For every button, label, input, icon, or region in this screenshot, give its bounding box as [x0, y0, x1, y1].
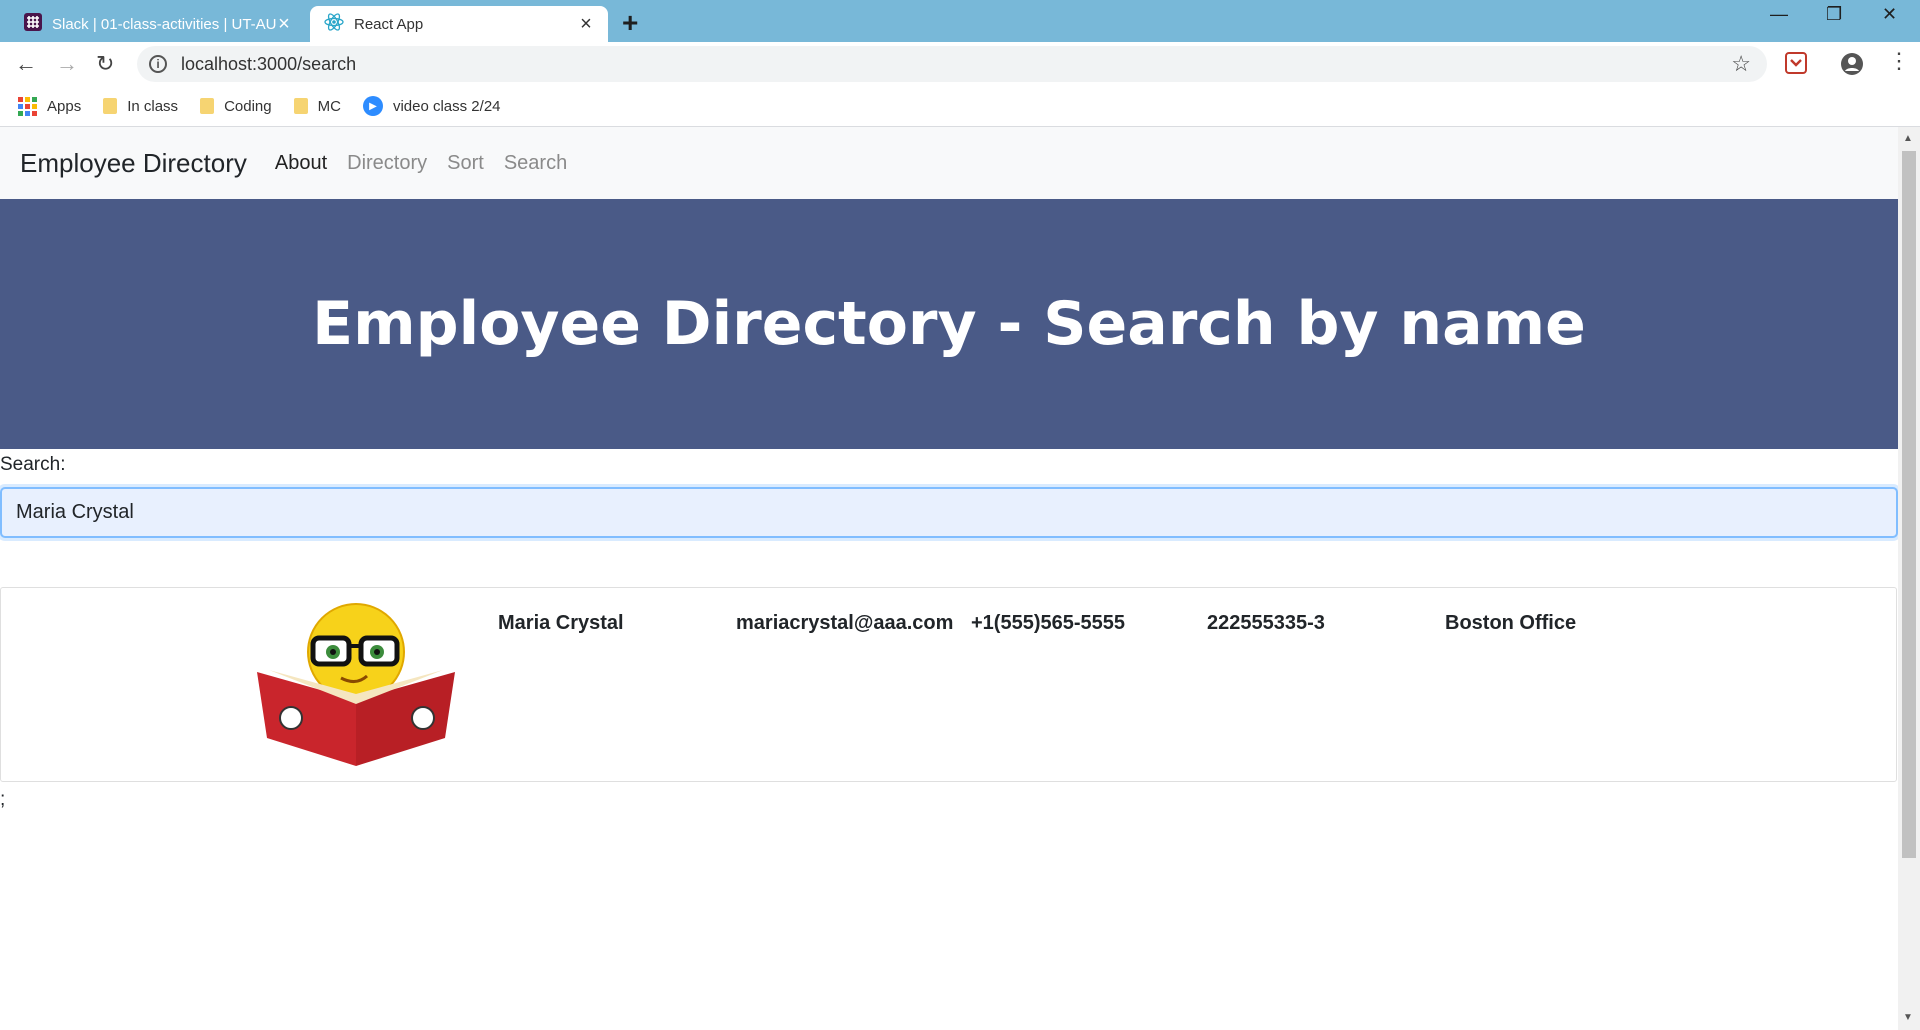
slack-icon	[24, 13, 42, 35]
employee-email: mariacrystal@aaa.com	[736, 612, 954, 634]
bookmark-apps[interactable]: Apps	[18, 96, 82, 116]
bookmarks-bar: Apps In class Coding MC ▶ video class 2/…	[0, 86, 1920, 127]
nav-link-search[interactable]: Search	[504, 152, 567, 175]
nav-link-sort[interactable]: Sort	[447, 152, 484, 175]
bookmark-label: Apps	[47, 97, 82, 115]
scroll-down-icon[interactable]: ▼	[1903, 1012, 1913, 1023]
stray-text: ;	[0, 789, 6, 810]
tab-title: Slack | 01-class-activities | UT-AU	[52, 15, 276, 33]
employee-phone: +1(555)565-5555	[971, 612, 1126, 634]
page-title: Employee Directory - Search by name	[312, 289, 1586, 359]
back-icon[interactable]: ←	[15, 51, 37, 77]
react-icon	[324, 12, 344, 36]
scrollbar-thumb[interactable]	[1902, 151, 1916, 858]
info-icon[interactable]: i	[149, 55, 167, 73]
close-icon[interactable]: ×	[578, 14, 594, 34]
bookmark-mc[interactable]: MC	[293, 97, 341, 115]
reload-icon[interactable]: ↻	[96, 51, 114, 77]
address-bar[interactable]: i localhost:3000/search ☆	[137, 46, 1767, 82]
bookmark-label: In class	[127, 97, 179, 115]
bookmark-label: Coding	[224, 97, 272, 115]
minimize-icon[interactable]: —	[1770, 4, 1788, 25]
nav-link-about[interactable]: About	[275, 152, 327, 175]
employee-office: Boston Office	[1445, 612, 1577, 634]
bookmark-coding[interactable]: Coding	[200, 98, 272, 115]
page-header-banner: Employee Directory - Search by name	[0, 199, 1898, 449]
new-tab-icon[interactable]: +	[622, 7, 638, 39]
tab-title: React App	[354, 15, 424, 33]
menu-dots-icon[interactable]: ⋮	[1888, 48, 1910, 74]
apps-grid-icon	[18, 96, 37, 116]
pocket-extension-icon[interactable]	[1785, 52, 1807, 79]
folder-icon	[103, 98, 118, 114]
window-close-icon[interactable]: ✕	[1882, 4, 1897, 25]
close-icon[interactable]: ×	[276, 14, 292, 34]
restore-icon[interactable]: ❐	[1826, 4, 1842, 25]
zoom-icon: ▶	[362, 96, 383, 116]
url-text: localhost:3000/search	[181, 53, 357, 74]
page-content: Employee Directory About Directory Sort …	[0, 127, 1898, 1030]
bookmark-star-icon[interactable]: ☆	[1731, 51, 1751, 77]
search-label: Search:	[0, 454, 66, 475]
nav-link-directory[interactable]: Directory	[347, 152, 427, 175]
bookmark-label: MC	[317, 97, 341, 115]
tab-slack[interactable]: Slack | 01-class-activities | UT-AU ×	[10, 6, 306, 42]
folder-icon	[293, 98, 308, 114]
employee-name: Maria Crystal	[498, 612, 624, 634]
employee-id: 222555335-3	[1207, 612, 1325, 634]
bookmark-label: video class 2/24	[392, 97, 501, 115]
browser-tab-strip: Slack | 01-class-activities | UT-AU × Re…	[0, 0, 1920, 42]
employee-result-card: Maria Crystal mariacrystal@aaa.com +1(55…	[0, 587, 1897, 782]
app-navbar: Employee Directory About Directory Sort …	[0, 127, 1898, 199]
bookmark-in-class[interactable]: In class	[103, 98, 178, 115]
bookmark-video-class[interactable]: ▶ video class 2/24	[362, 96, 501, 116]
emoji-reading-book-icon	[255, 600, 457, 770]
forward-icon[interactable]: →	[56, 51, 78, 77]
scroll-up-icon[interactable]: ▲	[1903, 133, 1913, 144]
profile-icon[interactable]	[1840, 52, 1864, 81]
page-scrollbar[interactable]: ▲ ▼	[1898, 127, 1920, 1030]
search-input[interactable]	[0, 487, 1898, 538]
browser-toolbar: ← → ↻ i localhost:3000/search ☆ ⋮	[0, 42, 1920, 86]
navbar-brand[interactable]: Employee Directory	[20, 148, 247, 179]
folder-icon	[200, 98, 215, 114]
tab-react-app[interactable]: React App ×	[310, 6, 608, 42]
